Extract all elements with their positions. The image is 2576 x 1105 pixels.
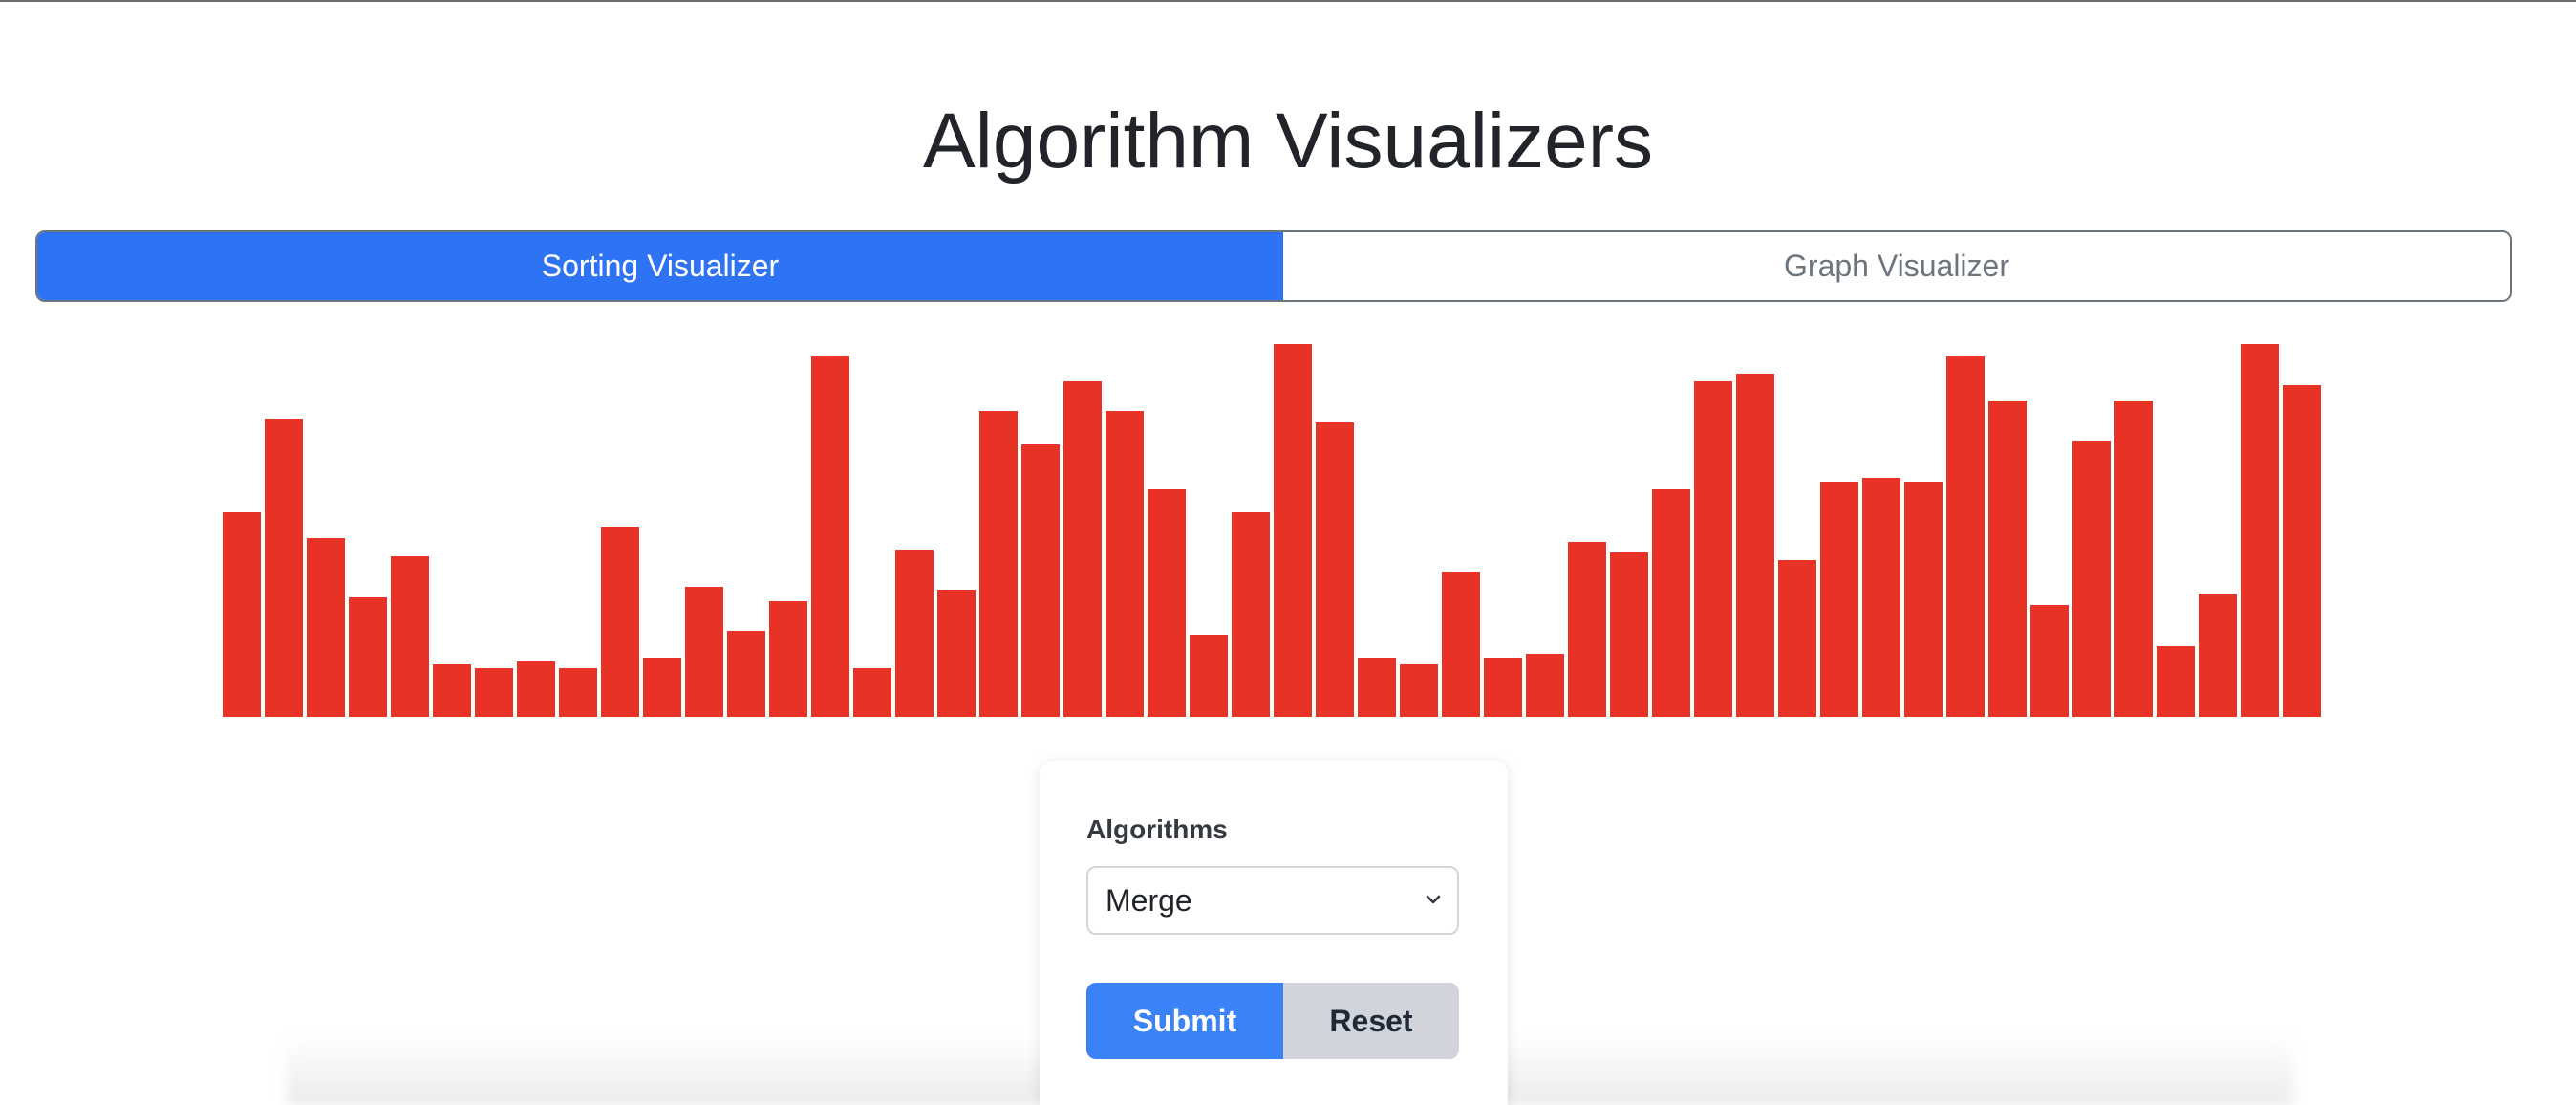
- bar: [1316, 422, 1354, 717]
- bar: [1484, 657, 1522, 717]
- visualizer-tabs: Sorting Visualizer Graph Visualizer: [35, 230, 2512, 302]
- submit-button[interactable]: Submit: [1086, 983, 1283, 1059]
- tab-sorting-visualizer[interactable]: Sorting Visualizer: [37, 232, 1283, 300]
- bar: [1946, 355, 1985, 717]
- bar: [1778, 560, 1816, 717]
- bar: [2114, 400, 2153, 717]
- bar: [727, 631, 765, 717]
- bar: [391, 556, 429, 717]
- bar: [1442, 571, 1480, 717]
- bar: [517, 661, 555, 717]
- bar: [433, 664, 471, 717]
- bar: [475, 668, 513, 717]
- bar: [1063, 381, 1102, 717]
- bar: [1736, 374, 1774, 717]
- sorting-bars-chart: [223, 344, 2325, 717]
- bar: [559, 668, 597, 717]
- page-title: Algorithm Visualizers: [922, 98, 1654, 184]
- bar: [1021, 444, 1060, 717]
- bar: [685, 586, 723, 717]
- bar: [1694, 381, 1732, 717]
- algorithms-label: Algorithms: [1086, 814, 1228, 844]
- bar: [1820, 482, 1858, 717]
- bar: [1568, 541, 1606, 717]
- bar: [769, 601, 807, 717]
- bar: [1988, 400, 2027, 717]
- bar: [1232, 511, 1270, 717]
- bar: [1274, 344, 1312, 717]
- bar: [1190, 635, 1228, 717]
- bar: [1106, 411, 1144, 717]
- bar: [2072, 441, 2111, 717]
- bar: [349, 597, 387, 717]
- bar: [2157, 645, 2195, 717]
- bar: [265, 419, 303, 717]
- bar: [1526, 653, 1564, 717]
- algorithm-select[interactable]: Merge: [1086, 866, 1459, 935]
- bar: [2241, 344, 2279, 717]
- controls-card: Algorithms Merge Submit Reset: [1040, 761, 1508, 1105]
- bar: [811, 355, 849, 717]
- bar: [1358, 657, 1396, 717]
- bar: [2199, 594, 2237, 717]
- bar: [307, 537, 345, 717]
- bar: [643, 657, 681, 717]
- bar: [1862, 478, 1900, 717]
- tab-graph-visualizer[interactable]: Graph Visualizer: [1283, 232, 2510, 300]
- bar: [2030, 605, 2069, 717]
- bar: [601, 527, 639, 717]
- bar: [1652, 489, 1690, 717]
- bar: [979, 411, 1018, 717]
- bar: [895, 549, 934, 717]
- algorithm-select-value: Merge: [1106, 883, 1192, 918]
- bar: [1904, 482, 1943, 717]
- bar: [1400, 664, 1438, 717]
- bar: [2283, 384, 2321, 717]
- bar: [853, 668, 891, 717]
- bar: [937, 590, 976, 717]
- reset-button[interactable]: Reset: [1283, 983, 1459, 1059]
- top-divider: [0, 0, 2576, 2]
- bar: [223, 511, 261, 717]
- bar: [1148, 489, 1186, 717]
- chevron-down-icon: [1426, 895, 1441, 904]
- bar: [1610, 552, 1648, 717]
